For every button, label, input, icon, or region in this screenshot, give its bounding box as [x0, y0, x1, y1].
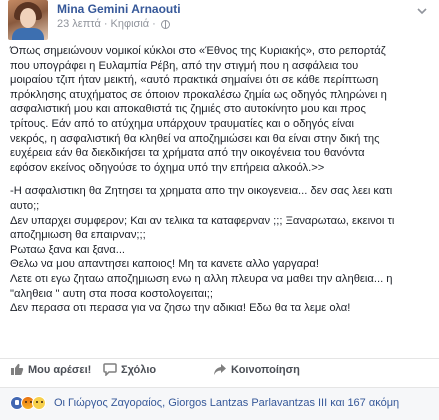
post-header: Mina Gemini Arnaouti 23 λεπτά · Κηφισιά … — [8, 0, 181, 40]
share-button[interactable]: Κοινοποίηση — [213, 363, 300, 376]
post-time[interactable]: 23 λεπτά — [57, 17, 101, 31]
post-subline: 23 λεπτά · Κηφισιά · — [57, 17, 181, 31]
avatar-shirt — [12, 28, 44, 40]
author-name[interactable]: Mina Gemini Arnaouti — [57, 2, 181, 16]
avatar[interactable] — [8, 0, 48, 40]
facebook-post: Mina Gemini Arnaouti 23 λεπτά · Κηφισιά … — [0, 0, 439, 420]
reactions-bar: Οι Γιώργος Ζαγοραίος, Giorgos Lantzas Pa… — [0, 387, 439, 420]
comment-icon — [103, 363, 117, 376]
like-button[interactable]: Μου αρέσει! — [10, 363, 91, 376]
post-location[interactable]: Κηφισιά — [111, 17, 150, 31]
reaction-icons[interactable] — [10, 396, 46, 410]
meta-separator-2: · — [152, 18, 156, 30]
thumbs-up-icon — [11, 363, 24, 375]
post-paragraph-quote: Όπως σημειώνουν νομικοί κύκλοι στο «Έθνο… — [10, 45, 387, 174]
comment-button[interactable]: Σχόλιο — [103, 363, 156, 376]
post-body: Όπως σημειώνουν νομικοί κύκλοι στο «Έθνο… — [10, 44, 430, 316]
sad-reaction-icon — [32, 396, 46, 410]
chevron-down-icon[interactable] — [417, 6, 427, 16]
meta-separator: · — [103, 18, 108, 30]
globe-icon — [160, 19, 170, 29]
avatar-face — [20, 8, 36, 28]
share-label: Κοινοποίηση — [231, 363, 300, 376]
action-bar: Μου αρέσει! Σχόλιο Κοινοποίηση — [0, 358, 439, 380]
like-label: Μου αρέσει! — [28, 363, 92, 376]
share-icon — [214, 364, 226, 375]
post-paragraph-comment: -Η ασφαλιστικη θα Ζητησει τα χρηματα απο… — [10, 185, 395, 315]
post-meta: Mina Gemini Arnaouti 23 λεπτά · Κηφισιά … — [57, 2, 181, 31]
reactions-summary[interactable]: Οι Γιώργος Ζαγοραίος, Giorgos Lantzas Pa… — [54, 397, 399, 409]
comment-label: Σχόλιο — [121, 363, 157, 376]
